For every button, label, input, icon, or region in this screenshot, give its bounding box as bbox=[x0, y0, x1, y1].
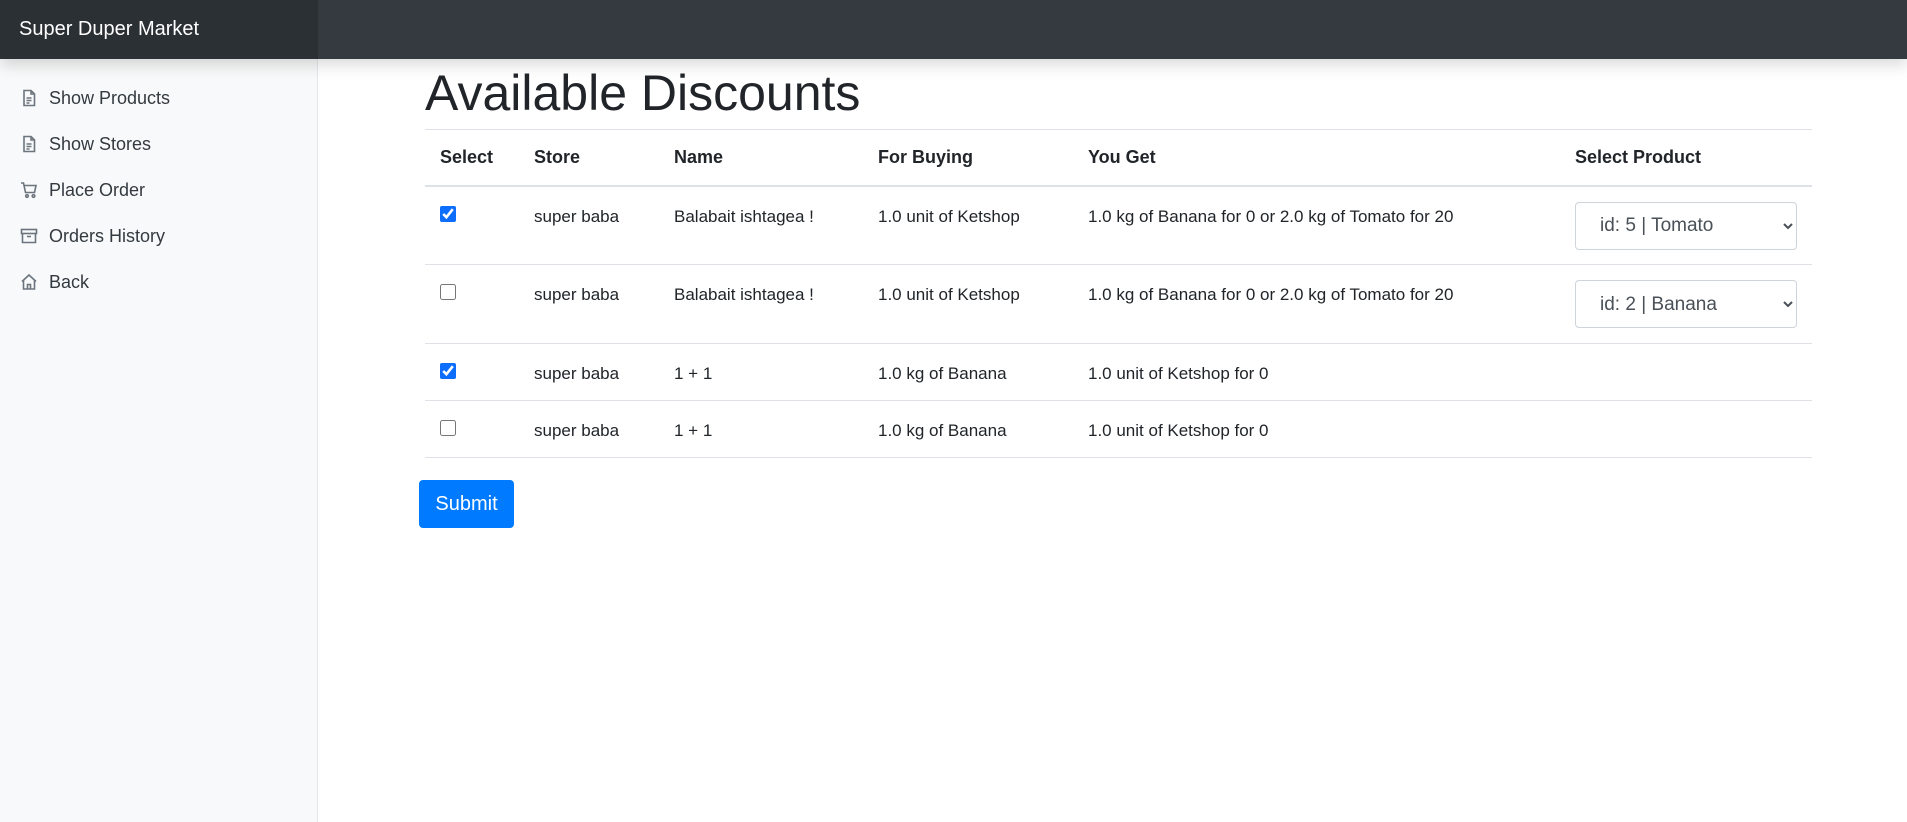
table-row: super baba 1 + 1 1.0 kg of Banana 1.0 un… bbox=[425, 400, 1812, 458]
select-checkbox[interactable] bbox=[440, 205, 456, 222]
column-header-select-product: Select Product bbox=[1560, 129, 1812, 187]
column-header-select: Select bbox=[425, 129, 519, 187]
submit-button[interactable]: Submit bbox=[419, 480, 514, 528]
you-get-cell: 1.0 unit of Ketshop for 0 bbox=[1073, 343, 1560, 401]
table-row: super baba Balabait ishtagea ! 1.0 unit … bbox=[425, 185, 1812, 265]
brand-title[interactable]: Super Duper Market bbox=[0, 0, 318, 59]
select-cell bbox=[425, 400, 519, 458]
sidebar-item-show-products[interactable]: Show Products bbox=[0, 75, 317, 121]
you-get-cell: 1.0 unit of Ketshop for 0 bbox=[1073, 400, 1560, 458]
select-cell bbox=[425, 264, 519, 344]
select-product-dropdown[interactable]: id: 5 | Tomato bbox=[1575, 201, 1797, 250]
select-checkbox[interactable] bbox=[440, 284, 456, 300]
file-icon bbox=[20, 89, 38, 107]
select-product-cell: id: 5 | Tomato bbox=[1560, 185, 1812, 265]
sidebar-item-back[interactable]: Back bbox=[0, 259, 317, 305]
sidebar-item-place-order[interactable]: Place Order bbox=[0, 167, 317, 213]
name-cell: Balabait ishtagea ! bbox=[659, 185, 863, 265]
top-navbar: Super Duper Market bbox=[0, 0, 1907, 59]
cart-icon bbox=[20, 181, 38, 199]
page-title: Available Discounts bbox=[425, 65, 861, 121]
column-header-for-buying: For Buying bbox=[863, 129, 1073, 187]
discounts-table: Select Store Name For Buying You Get Sel… bbox=[425, 129, 1812, 458]
sidebar-item-label: Show Products bbox=[49, 87, 171, 108]
sidebar-item-label: Back bbox=[49, 271, 90, 292]
sidebar-item-label: Show Stores bbox=[49, 133, 152, 154]
sidebar-item-orders-history[interactable]: Orders History bbox=[0, 213, 317, 259]
name-cell: 1 + 1 bbox=[659, 343, 863, 401]
select-checkbox[interactable] bbox=[440, 420, 456, 436]
column-header-store: Store bbox=[519, 129, 659, 187]
table-row: super baba Balabait ishtagea ! 1.0 unit … bbox=[425, 264, 1812, 344]
store-cell: super baba bbox=[519, 400, 659, 458]
select-cell bbox=[425, 343, 519, 401]
archive-icon bbox=[20, 227, 38, 245]
column-header-name: Name bbox=[659, 129, 863, 187]
select-product-cell: id: 2 | Banana bbox=[1560, 264, 1812, 344]
file-icon bbox=[20, 135, 38, 153]
sidebar-item-label: Place Order bbox=[49, 179, 146, 200]
name-cell: 1 + 1 bbox=[659, 400, 863, 458]
column-header-you-get: You Get bbox=[1073, 129, 1560, 187]
sidebar-item-show-stores[interactable]: Show Stores bbox=[0, 121, 317, 167]
select-product-dropdown[interactable]: id: 2 | Banana bbox=[1575, 280, 1797, 328]
for-buying-cell: 1.0 unit of Ketshop bbox=[863, 264, 1073, 344]
table-row: super baba 1 + 1 1.0 kg of Banana 1.0 un… bbox=[425, 343, 1812, 401]
store-cell: super baba bbox=[519, 343, 659, 401]
main-content: Available Discounts Select Store Name Fo… bbox=[425, 59, 1812, 458]
table-header-row: Select Store Name For Buying You Get Sel… bbox=[425, 129, 1812, 187]
select-product-cell bbox=[1560, 343, 1812, 401]
sidebar: Show Products Show Stores Place Order Or… bbox=[0, 59, 318, 822]
name-cell: Balabait ishtagea ! bbox=[659, 264, 863, 344]
store-cell: super baba bbox=[519, 185, 659, 265]
for-buying-cell: 1.0 unit of Ketshop bbox=[863, 185, 1073, 265]
select-checkbox[interactable] bbox=[440, 363, 456, 379]
select-product-cell bbox=[1560, 400, 1812, 458]
sidebar-item-label: Orders History bbox=[49, 225, 166, 246]
home-icon bbox=[20, 273, 38, 291]
for-buying-cell: 1.0 kg of Banana bbox=[863, 400, 1073, 458]
select-cell bbox=[425, 185, 519, 265]
for-buying-cell: 1.0 kg of Banana bbox=[863, 343, 1073, 401]
you-get-cell: 1.0 kg of Banana for 0 or 2.0 kg of Toma… bbox=[1073, 264, 1560, 344]
store-cell: super baba bbox=[519, 264, 659, 344]
you-get-cell: 1.0 kg of Banana for 0 or 2.0 kg of Toma… bbox=[1073, 185, 1560, 265]
